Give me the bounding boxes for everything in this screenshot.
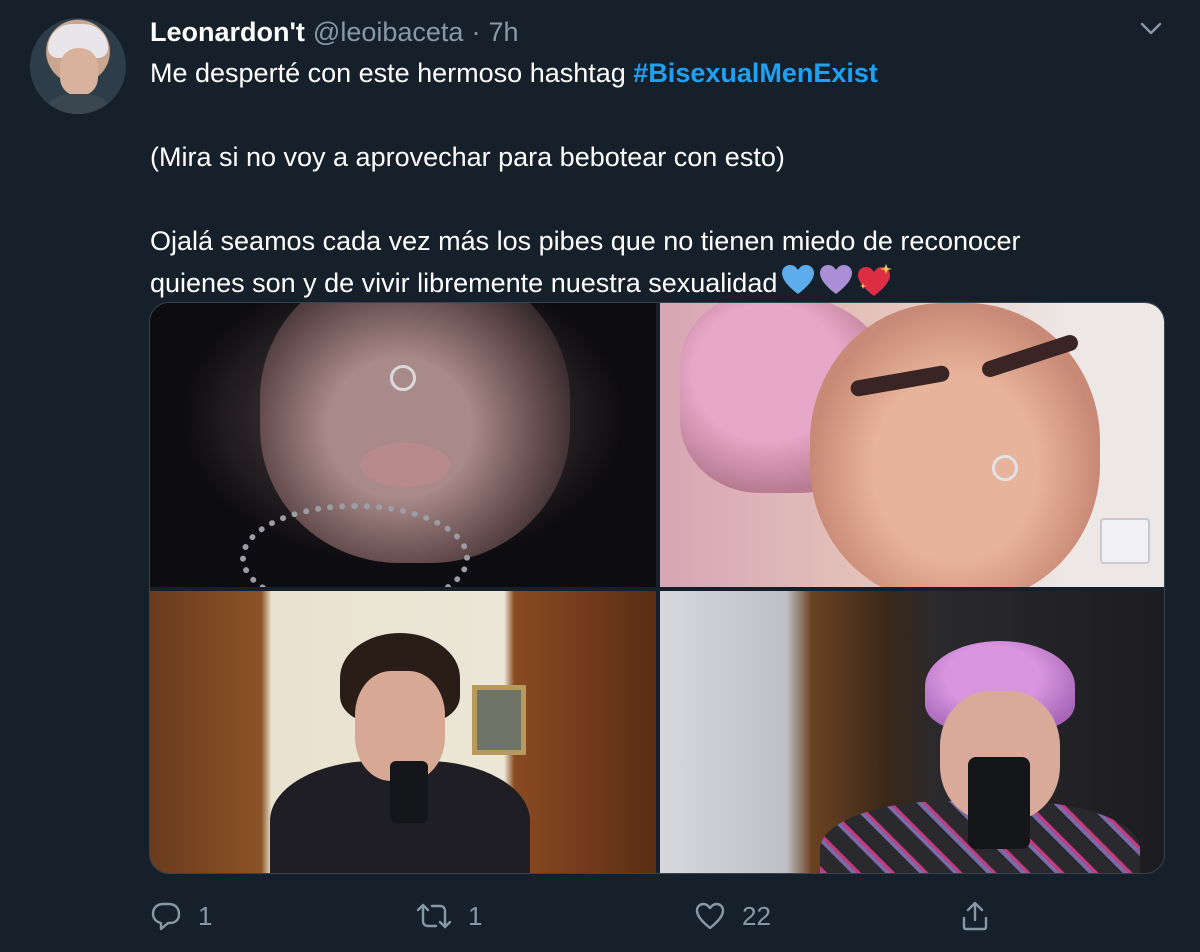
more-options-button[interactable] [1134, 14, 1168, 44]
purple-heart-icon [820, 265, 853, 294]
tweet-paragraph-3-line-2: quienes son y de vivir libremente nuestr… [150, 262, 1160, 304]
media-photo-4[interactable] [660, 591, 1164, 873]
like-count: 22 [742, 900, 771, 931]
share-button[interactable] [960, 890, 990, 942]
media-photo-1[interactable] [150, 303, 656, 587]
author-display-name[interactable]: Leonardon't [150, 17, 305, 48]
reply-icon [151, 902, 181, 931]
reply-count: 1 [198, 900, 213, 931]
photo-3-phone [390, 761, 428, 823]
tweet-paragraph-2: (Mira si no voy a aprovechar para bebote… [150, 142, 785, 172]
retweet-count: 1 [468, 900, 483, 931]
retweet-icon [416, 903, 452, 929]
hashtag-link[interactable]: #BisexualMenExist [633, 58, 878, 88]
photo-4-phone [968, 757, 1030, 849]
photo-3-picture-frame [472, 685, 526, 755]
sparkling-heart-icon [858, 264, 893, 296]
avatar-face [60, 48, 98, 96]
tweet-paragraph-3-line-1: Ojalá seamos cada vez más los pibes que … [150, 226, 1021, 256]
heart-icon [695, 902, 725, 930]
avatar-shirt [40, 94, 116, 114]
retweet-button[interactable]: 1 [416, 890, 482, 942]
blue-heart-icon [782, 265, 815, 294]
tweet-text: Me desperté con este hermoso hashtag #Bi… [150, 52, 1160, 304]
tweet-actions: 1 1 22 [150, 890, 1000, 942]
chevron-down-icon [1140, 22, 1162, 35]
media-grid [149, 302, 1165, 874]
media-photo-3[interactable] [150, 591, 656, 873]
photo-1-nose-ring [390, 365, 416, 391]
tweet-line-1: Me desperté con este hermoso hashtag #Bi… [150, 52, 1160, 94]
photo-2-nose-ring [992, 455, 1018, 481]
like-button[interactable]: 22 [694, 890, 771, 942]
author-handle[interactable]: @leoibaceta [313, 17, 464, 48]
header-separator: · [471, 16, 481, 47]
avatar[interactable] [30, 18, 126, 114]
tweet-paragraph-3-line-2-text: quienes son y de vivir libremente nuestr… [150, 268, 778, 298]
tweet-timestamp[interactable]: 7h [488, 17, 518, 48]
photo-1-lips [360, 443, 450, 487]
tweet-line-1-text: Me desperté con este hermoso hashtag [150, 58, 634, 88]
emoji-group [781, 264, 893, 298]
share-icon [962, 901, 988, 931]
photo-2-wall-plate [1100, 518, 1150, 564]
tweet-header: Leonardon't @leoibaceta · 7h [150, 14, 518, 50]
media-photo-2[interactable] [660, 303, 1164, 587]
reply-button[interactable]: 1 [150, 890, 212, 942]
tweet[interactable]: Leonardon't @leoibaceta · 7h Me desperté… [0, 0, 1200, 952]
